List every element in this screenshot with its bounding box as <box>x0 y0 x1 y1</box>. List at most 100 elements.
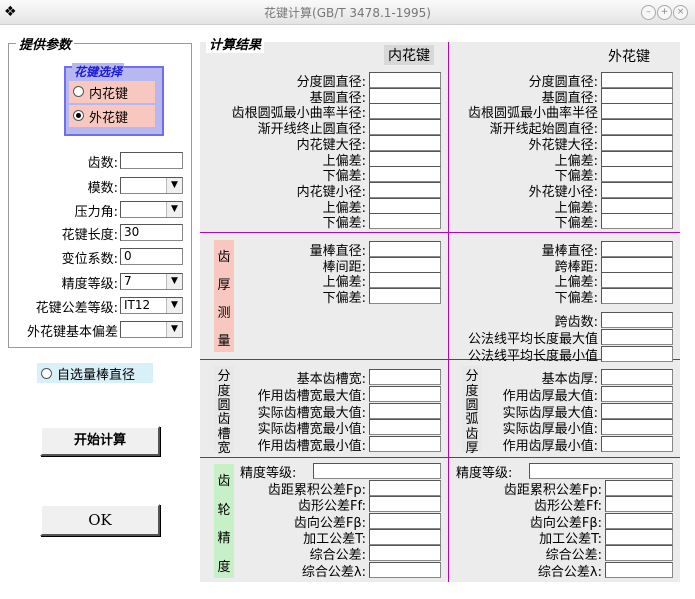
param-label: 模数: <box>87 181 118 196</box>
inner-slot-value <box>369 436 441 453</box>
param-input[interactable]: 30 <box>120 224 183 241</box>
inner-measure-value <box>369 241 441 257</box>
outer-dim-label: 下偏差: <box>554 216 598 232</box>
ok-button[interactable]: OK <box>40 504 160 536</box>
radio-selected-icon <box>73 110 84 121</box>
gear-accuracy-vlabel-char: 轮 <box>217 502 231 518</box>
param-input[interactable] <box>120 152 183 169</box>
inner-measure-label: 下偏差: <box>322 291 366 307</box>
outer-spline-label: 外花键 <box>89 111 129 126</box>
thickness-measure-vlabel-char: 齿 <box>217 250 231 265</box>
inner-accuracy-label: 综合公差λ: <box>301 564 366 580</box>
inner-measure-value <box>369 288 441 305</box>
outer-spline-heading: 外花键 <box>608 49 650 65</box>
inner-accuracy-value <box>369 496 441 513</box>
pitch-tooth-vlabel: 分度圆弧齿厚 <box>462 366 482 456</box>
outer-tooth-label: 作用齿厚最小值: <box>502 439 598 455</box>
outer-accuracy-value <box>605 496 673 513</box>
thickness-measure-vlabel-char: 量 <box>217 334 231 349</box>
thickness-measure-vlabel-char: 测 <box>217 306 231 321</box>
radio-icon <box>41 368 52 379</box>
param-select[interactable]: 7 ▼ <box>120 273 183 290</box>
param-select[interactable]: IT12 ▼ <box>120 297 183 314</box>
param-input[interactable]: 0 <box>120 248 183 265</box>
inner-accuracy-value <box>369 545 441 562</box>
gear-accuracy-vlabel-char: 精 <box>217 531 231 547</box>
inner-slot-value <box>369 402 441 419</box>
radio-icon <box>73 86 84 97</box>
calculate-button[interactable]: 开始计算 <box>40 426 160 456</box>
inner-dim-value <box>369 87 441 104</box>
minimize-icon[interactable]: – <box>641 5 656 20</box>
gear-accuracy-vlabel-char: 齿 <box>217 474 231 490</box>
inner-slot-value <box>369 419 441 436</box>
outer-measure-value <box>601 329 673 345</box>
inner-spline-label: 内花键 <box>89 87 129 102</box>
outer-tooth-value <box>601 419 673 436</box>
outer-dim-value <box>601 166 673 183</box>
section-divider <box>200 457 680 458</box>
inner-accuracy-value <box>369 480 441 496</box>
inner-dim-label: 下偏差: <box>322 216 366 232</box>
maximize-icon[interactable]: + <box>657 5 672 20</box>
param-label: 齿数: <box>87 156 118 171</box>
gear-accuracy-vlabel-char: 度 <box>217 559 231 575</box>
param-label: 花键公差等级: <box>35 301 118 316</box>
custom-rod-label: 自选量棒直径 <box>57 368 136 383</box>
outer-dim-value <box>601 181 673 198</box>
param-select[interactable]: ▼ <box>120 321 183 338</box>
outer-measure-value <box>601 241 673 257</box>
outer-grade-value <box>529 463 673 479</box>
custom-rod-radio[interactable]: 自选量棒直径 <box>37 363 153 383</box>
inner-accuracy-value <box>369 528 441 545</box>
close-icon[interactable]: × <box>673 5 688 20</box>
inner-accuracy-value <box>369 512 441 529</box>
outer-accuracy-label: 综合公差λ: <box>537 564 602 580</box>
outer-dim-value <box>601 134 673 151</box>
inner-slot-label: 作用齿槽宽最小值: <box>257 439 366 455</box>
outer-tooth-value <box>601 402 673 419</box>
outer-tooth-value <box>601 436 673 453</box>
outer-dim-value <box>601 213 673 230</box>
inner-dim-value <box>369 213 441 230</box>
outer-accuracy-value <box>605 480 673 496</box>
inner-spline-heading: 内花键 <box>384 45 434 65</box>
inner-dim-value <box>369 119 441 136</box>
inner-spline-radio[interactable]: 内花键 <box>69 81 155 103</box>
outer-dim-value <box>601 87 673 104</box>
pitch-tooth-vlabel-char: 厚 <box>465 440 479 456</box>
param-select[interactable]: ▼ <box>120 177 183 194</box>
param-select[interactable]: ▼ <box>120 201 183 218</box>
thickness-measure-vlabel-char: 厚 <box>217 278 231 293</box>
param-label: 压力角: <box>74 205 118 220</box>
inner-dim-value <box>369 150 441 167</box>
param-label: 变位系数: <box>61 252 118 267</box>
params-legend: 提供参数 <box>16 34 75 53</box>
chevron-down-icon[interactable]: ▼ <box>166 202 182 217</box>
inner-slot-value <box>369 369 441 385</box>
outer-tooth-value <box>601 385 673 402</box>
pitch-slot-vlabel-char: 宽 <box>217 440 231 456</box>
inner-dim-value <box>369 103 441 120</box>
chevron-down-icon[interactable]: ▼ <box>166 274 182 289</box>
inner-measure-value <box>369 272 441 289</box>
window-title: 花键计算(GB/T 3478.1-1995) <box>264 6 431 20</box>
inner-dim-value <box>369 197 441 214</box>
outer-measure-value <box>601 256 673 273</box>
section-divider <box>200 232 680 233</box>
chevron-down-icon[interactable]: ▼ <box>166 178 182 193</box>
chevron-down-icon[interactable]: ▼ <box>166 322 182 337</box>
outer-dim-value <box>601 72 673 88</box>
param-label: 花键长度: <box>61 228 118 243</box>
outer-measure-label: 公法线平均长度最小值 <box>467 349 598 364</box>
thickness-measure-vlabel: 齿厚测量 <box>214 240 234 352</box>
inner-slot-value <box>369 385 441 402</box>
inner-dim-value <box>369 134 441 151</box>
outer-measure-value <box>601 288 673 305</box>
outer-spline-radio[interactable]: 外花键 <box>69 105 155 127</box>
inner-measure-value <box>369 256 441 273</box>
outer-measure-value <box>601 272 673 289</box>
spline-select-legend: 花键选择 <box>72 63 125 80</box>
chevron-down-icon[interactable]: ▼ <box>166 298 182 313</box>
outer-measure-label: 下偏差: <box>554 291 598 307</box>
